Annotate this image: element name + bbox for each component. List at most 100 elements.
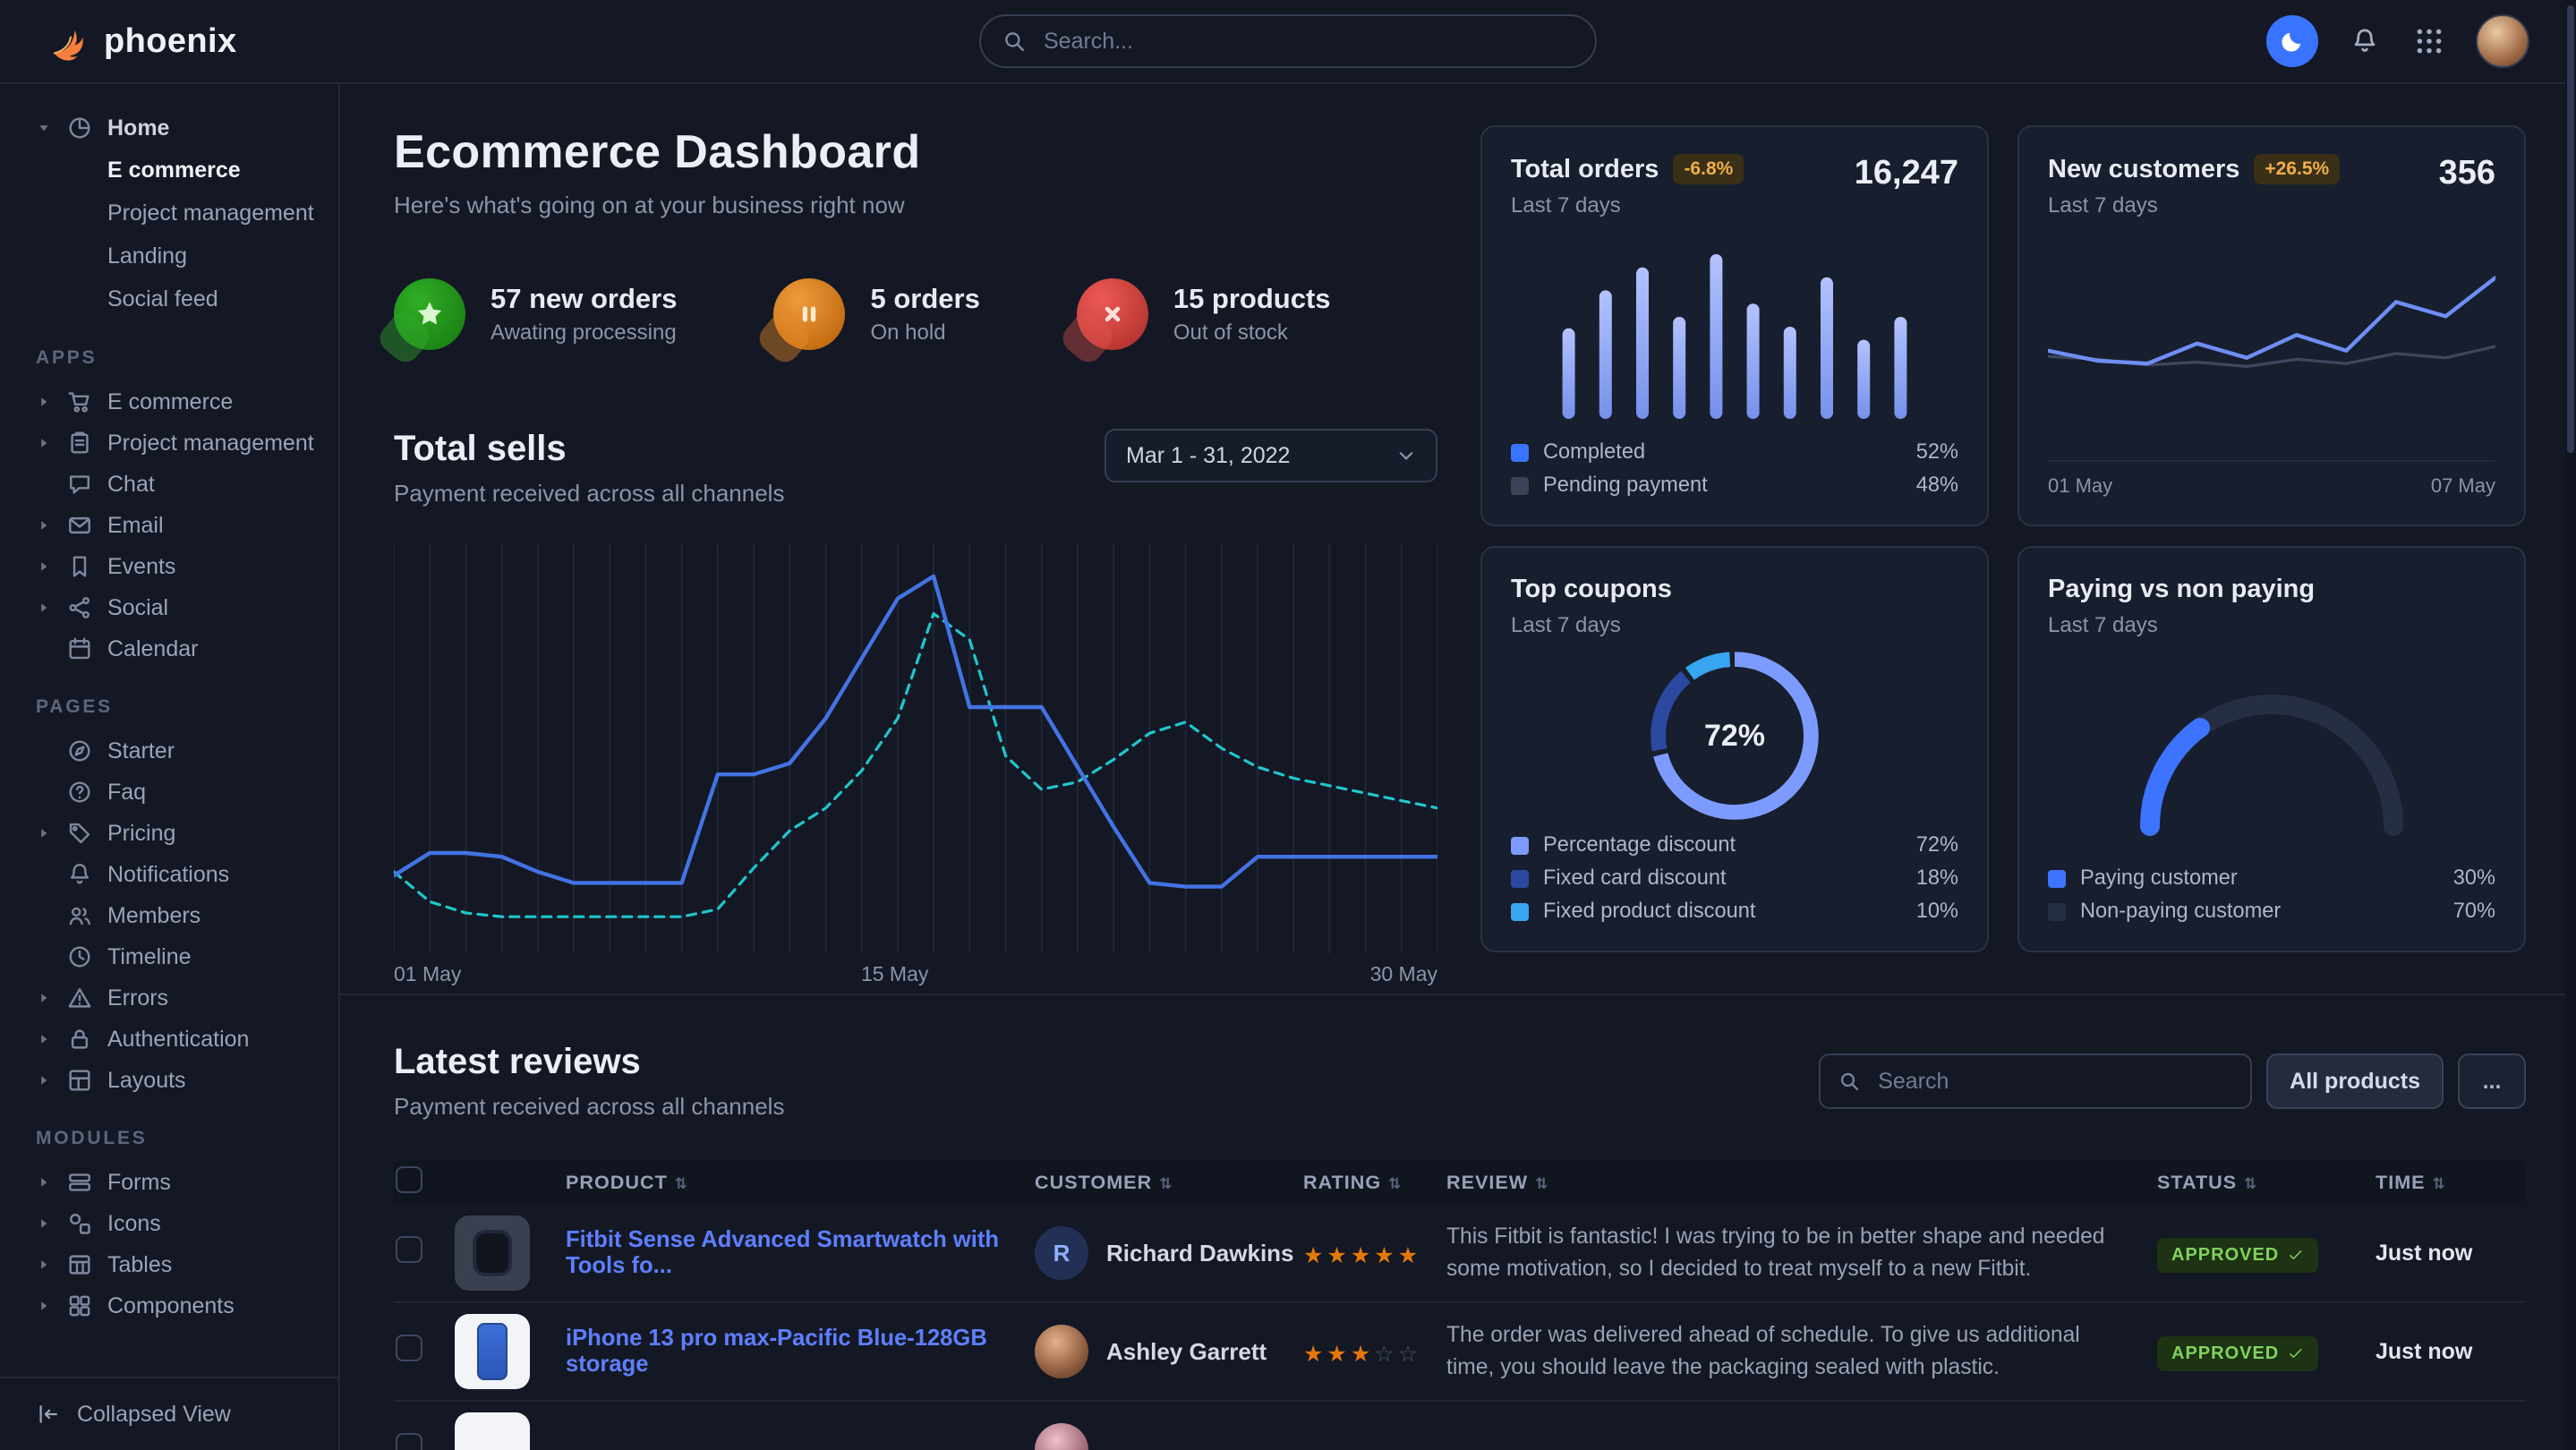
sidebar-item-icons[interactable]: Icons <box>36 1203 320 1244</box>
sidebar-item-landing[interactable]: Landing <box>107 235 320 277</box>
sidebar-item-social-feed[interactable]: Social feed <box>107 277 320 320</box>
sidebar-item-pricing[interactable]: Pricing <box>36 813 320 854</box>
scrollbar[interactable] <box>2565 0 2576 1450</box>
latest-reviews-section: Latest reviews Payment received across a… <box>340 994 2576 1450</box>
sidebar-item-chat[interactable]: Chat <box>36 464 320 505</box>
product-link[interactable]: Fitbit Sense Advanced Smartwatch with To… <box>566 1227 1035 1279</box>
legend-label: Percentage discount <box>1543 833 1736 857</box>
legend-swatch <box>1511 903 1529 921</box>
date-range-select[interactable]: Mar 1 - 31, 2022 <box>1105 429 1437 482</box>
more-options-button[interactable]: ... <box>2458 1053 2526 1109</box>
reviews-search-input[interactable] <box>1874 1067 2232 1096</box>
card-title: Total orders <box>1511 155 1659 184</box>
sidebar-item-home[interactable]: Home <box>36 107 320 149</box>
product-image <box>455 1314 530 1389</box>
page-subtitle: Here's what's going on at your business … <box>394 192 1437 219</box>
profile-avatar[interactable] <box>2476 14 2529 68</box>
sidebar-item-notifications[interactable]: Notifications <box>36 854 320 895</box>
latest-reviews-title: Latest reviews <box>394 1042 784 1082</box>
sidebar-item-e-commerce[interactable]: E commerce <box>36 381 320 422</box>
all-products-button[interactable]: All products <box>2266 1053 2444 1109</box>
card-title: New customers <box>2048 155 2239 184</box>
stat-caption: Awating processing <box>490 320 677 345</box>
app-launcher-button[interactable] <box>2411 23 2447 59</box>
star-icon <box>394 278 465 350</box>
legend-value: 30% <box>2453 866 2495 891</box>
new-customers-line-chart <box>2048 253 2495 425</box>
bell-icon <box>66 861 93 888</box>
sidebar-item-project-management[interactable]: Project management <box>36 422 320 464</box>
row-checkbox[interactable] <box>396 1433 422 1450</box>
users-icon <box>66 902 93 929</box>
legend-swatch <box>2048 903 2066 921</box>
new-customers-card: New customers +26.5% Last 7 days 356 01 <box>2017 125 2526 526</box>
rating-stars: ★★★☆☆ <box>1303 1342 1421 1367</box>
sidebar-item-forms[interactable]: Forms <box>36 1162 320 1203</box>
card-period: Last 7 days <box>1511 613 1672 638</box>
sidebar-item-authentication[interactable]: Authentication <box>36 1019 320 1060</box>
clock-icon <box>66 943 93 970</box>
sidebar-item-e-commerce[interactable]: E commerce <box>107 149 320 192</box>
theme-toggle-button[interactable] <box>2266 15 2318 67</box>
column-header-status[interactable]: STATUS⇅ <box>2157 1171 2376 1194</box>
sidebar-item-social[interactable]: Social <box>36 587 320 628</box>
stat-value: 5 orders <box>870 283 979 315</box>
global-search[interactable] <box>979 14 1597 68</box>
product-link[interactable]: iPhone 13 pro max-Pacific Blue-128GB sto… <box>566 1326 1035 1378</box>
search-icon <box>1002 30 1026 53</box>
top-coupons-card: Top coupons Last 7 days 72% <box>1480 546 1989 952</box>
caret-right-icon <box>36 600 66 616</box>
search-input[interactable] <box>1040 27 1574 56</box>
layout-icon <box>66 1067 93 1094</box>
row-checkbox[interactable] <box>396 1236 422 1263</box>
reviews-search[interactable] <box>1819 1053 2252 1109</box>
sidebar-item-email[interactable]: Email <box>36 505 320 546</box>
kpi-cards: Total orders -6.8% Last 7 days 16,247 C <box>1480 125 2526 994</box>
grid-9-icon <box>2414 26 2444 56</box>
sidebar-item-timeline[interactable]: Timeline <box>36 936 320 977</box>
sidebar-item-starter[interactable]: Starter <box>36 730 320 772</box>
scrollbar-thumb[interactable] <box>2567 5 2574 453</box>
gauge-chart <box>2111 660 2433 846</box>
sidebar-item-calendar[interactable]: Calendar <box>36 628 320 670</box>
caret-right-icon <box>36 435 66 451</box>
legend-value: 10% <box>1916 900 1958 924</box>
brand-name: phoenix <box>104 22 236 61</box>
sidebar-item-tables[interactable]: Tables <box>36 1244 320 1285</box>
legend-value: 70% <box>2453 900 2495 924</box>
select-all-checkbox[interactable] <box>396 1166 422 1193</box>
bookmark-icon <box>66 553 93 580</box>
app-window: phoenix <box>0 0 2576 1450</box>
review-time: Just now <box>2376 1339 2526 1365</box>
sidebar-item-layouts[interactable]: Layouts <box>36 1060 320 1101</box>
bell-icon <box>2350 26 2380 56</box>
collapsed-view-toggle[interactable]: Collapsed View <box>0 1377 338 1450</box>
card-title: Top coupons <box>1511 575 1672 604</box>
caret-right-icon <box>36 1298 66 1314</box>
table-row: Fitbit Sense Advanced Smartwatch with To… <box>394 1205 2526 1303</box>
legend-value: 48% <box>1916 473 1958 498</box>
sidebar-item-events[interactable]: Events <box>36 546 320 587</box>
sidebar-nav: HomeE commerceProject managementLandingS… <box>0 84 338 1377</box>
collapse-icon <box>36 1402 61 1427</box>
card-title: Paying vs non paying <box>2048 575 2315 604</box>
clipboard-icon <box>66 430 93 456</box>
sidebar-item-components[interactable]: Components <box>36 1285 320 1326</box>
column-header-time[interactable]: TIME⇅ <box>2376 1171 2526 1194</box>
x-axis-labels: 01 May 15 May 30 May <box>394 962 1437 989</box>
sidebar-item-project-management[interactable]: Project management <box>107 192 320 235</box>
sidebar-item-members[interactable]: Members <box>36 895 320 936</box>
legend-swatch <box>1511 837 1529 855</box>
column-header-product[interactable]: PRODUCT⇅ <box>566 1171 1035 1194</box>
caret-right-icon <box>36 1257 66 1273</box>
notifications-button[interactable] <box>2347 23 2383 59</box>
row-checkbox[interactable] <box>396 1335 422 1361</box>
sort-icon: ⇅ <box>675 1175 688 1192</box>
column-header-review[interactable]: REVIEW⇅ <box>1446 1171 2157 1194</box>
column-header-rating[interactable]: RATING⇅ <box>1303 1171 1446 1194</box>
top-coupons-donut-chart: 72% <box>1642 643 1828 829</box>
sidebar-item-errors[interactable]: Errors <box>36 977 320 1019</box>
column-header-customer[interactable]: CUSTOMER⇅ <box>1035 1171 1303 1194</box>
sidebar-item-faq[interactable]: Faq <box>36 772 320 813</box>
brand[interactable]: phoenix <box>47 20 236 63</box>
